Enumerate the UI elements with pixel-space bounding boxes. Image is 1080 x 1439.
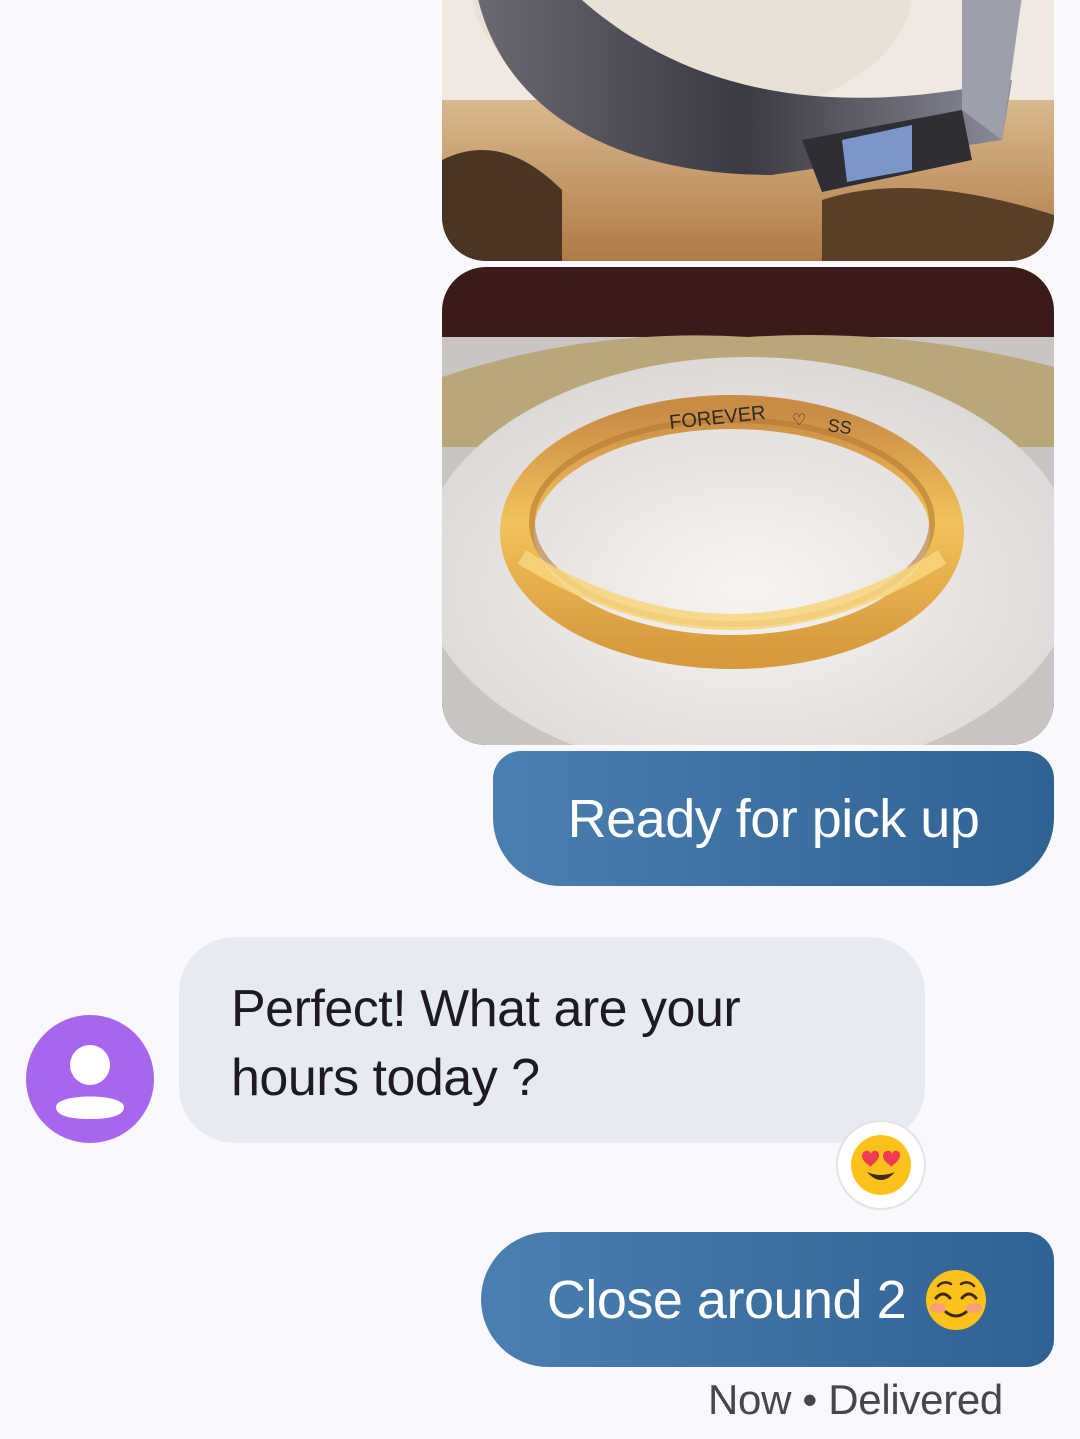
contact-avatar[interactable] bbox=[26, 1015, 154, 1143]
ring-photo-silver bbox=[442, 0, 1054, 261]
status-time: Now bbox=[708, 1376, 792, 1423]
outgoing-message-text: Ready for pick up bbox=[567, 788, 980, 849]
smiling-face-emoji-icon bbox=[924, 1268, 988, 1332]
image-message-ring-gold[interactable]: FOREVER ♡ SS bbox=[442, 267, 1054, 745]
heart-eyes-emoji-icon bbox=[851, 1135, 911, 1195]
reaction-badge[interactable] bbox=[836, 1120, 926, 1210]
conversation-screen: FOREVER ♡ SS Ready for pick up Perfect! … bbox=[0, 0, 1080, 1439]
status-separator: • bbox=[802, 1376, 818, 1423]
ring-photo-gold: FOREVER ♡ SS bbox=[442, 267, 1054, 745]
person-icon bbox=[56, 1045, 124, 1119]
status-state: Delivered bbox=[828, 1376, 1003, 1423]
outgoing-message-ready[interactable]: Ready for pick up bbox=[493, 751, 1054, 886]
incoming-message-line1: Perfect! What are your bbox=[231, 980, 741, 1038]
outgoing-message-hours[interactable]: Close around 2 bbox=[481, 1232, 1054, 1367]
ring-engraving-heart: ♡ bbox=[792, 410, 806, 429]
incoming-message-line2: hours today ? bbox=[231, 1049, 540, 1107]
image-message-ring-silver[interactable] bbox=[442, 0, 1054, 261]
incoming-message[interactable]: Perfect! What are your hours today ? bbox=[179, 937, 925, 1143]
delivery-status: Now • Delivered bbox=[708, 1376, 1003, 1424]
outgoing-message-text: Close around 2 bbox=[546, 1269, 907, 1330]
ring-engraving-right: SS bbox=[826, 415, 853, 438]
